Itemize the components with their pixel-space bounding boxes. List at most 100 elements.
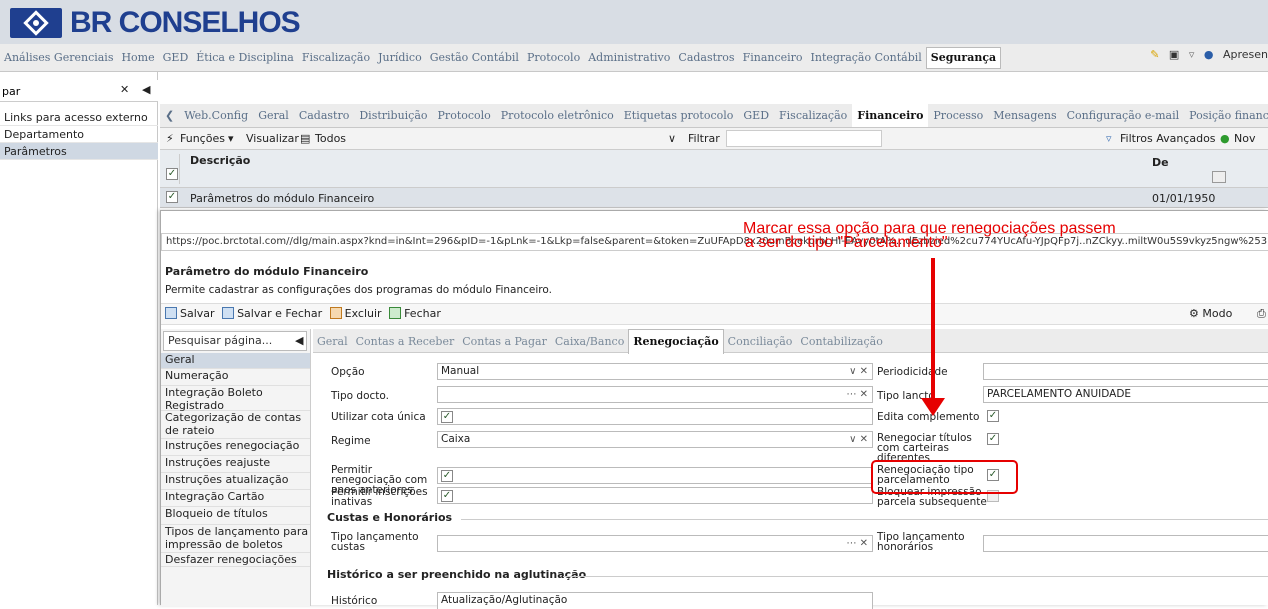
left-search-input[interactable] (2, 83, 112, 99)
row-checkbox[interactable]: ✓ (166, 191, 178, 203)
left-item-links[interactable]: Links para acesso externo (0, 109, 158, 126)
funcoes-dropdown-icon[interactable]: ▾ (228, 128, 234, 150)
advanced-filter-icon[interactable]: ▿ (1106, 128, 1112, 150)
regime-select[interactable]: Caixa ∨ ✕ (437, 431, 873, 448)
add-icon[interactable]: ● (1220, 128, 1230, 150)
collapse-nav-icon[interactable]: ◀ (295, 334, 303, 347)
select-all-checkbox[interactable]: ✓ (166, 168, 178, 180)
tab-1[interactable]: Geral (253, 104, 294, 127)
tab-2[interactable]: Cadastro (294, 104, 355, 127)
broom-icon[interactable]: ✎ (1150, 48, 1159, 61)
calendar-icon[interactable] (1212, 171, 1226, 183)
nav-item-6[interactable]: Instruções atualização (161, 473, 310, 490)
tab-13[interactable]: Posição financeir (1184, 104, 1268, 127)
cota-unica-checkbox[interactable]: ✓ (441, 411, 453, 423)
historico-field[interactable]: Atualização/Aglutinação (437, 592, 873, 609)
delete-button[interactable]: Excluir (329, 304, 382, 324)
nav-item-2[interactable]: Integração Boleto Registrado (161, 386, 310, 412)
left-item-departamento[interactable]: Departamento (0, 126, 158, 143)
nav-item-3[interactable]: Categorização de contas de rateio (161, 411, 310, 439)
col-descricao[interactable]: Descrição (190, 154, 250, 167)
periodicidade-field[interactable] (983, 363, 1268, 380)
opcao-select[interactable]: Manual ∨ ✕ (437, 363, 873, 380)
menu-item-3[interactable]: Ética e Disciplina (192, 44, 298, 71)
filter-icon[interactable]: ▿ (1189, 48, 1195, 61)
tab-5[interactable]: Protocolo eletrônico (496, 104, 619, 127)
close-button[interactable]: Fechar (389, 304, 441, 324)
nav-item-7[interactable]: Integração Cartão (161, 490, 310, 507)
tab-7[interactable]: GED (738, 104, 774, 127)
window-icon[interactable]: ▣ (1169, 48, 1179, 61)
funcoes-menu[interactable]: Funções (180, 128, 225, 150)
menu-item-1[interactable]: Home (117, 44, 158, 71)
nav-item-0[interactable]: Geral (161, 353, 310, 369)
collapse-left-icon[interactable]: ◀ (142, 83, 150, 96)
advanced-filter-button[interactable]: Filtros Avançados (1120, 128, 1216, 150)
module-tabs: ❮ Web.Config Geral Cadastro Distribuição Prot… (160, 104, 1268, 128)
dialog-tab-3[interactable]: Caixa/Banco (551, 330, 628, 354)
menu-item-4[interactable]: Fiscalização (298, 44, 374, 71)
menu-item-5[interactable]: Jurídico (374, 44, 426, 71)
tipo-docto-label: Tipo docto. (331, 390, 389, 402)
menu-item-9[interactable]: Cadastros (674, 44, 738, 71)
menu-item-6[interactable]: Gestão Contábil (426, 44, 523, 71)
menu-item-11[interactable]: Integração Contábil (807, 44, 926, 71)
table-row[interactable]: ✓ Parâmetros do módulo Financeiro 01/01/… (160, 188, 1268, 208)
cota-unica-box: ✓ (437, 408, 873, 425)
tab-8[interactable]: Fiscalização (774, 104, 852, 127)
reneg-carteiras-checkbox[interactable]: ✓ (987, 433, 999, 445)
dialog-tab-6[interactable]: Contabilização (796, 330, 886, 354)
permitir-reneg-checkbox[interactable]: ✓ (441, 470, 453, 482)
tabs-back-icon[interactable]: ❮ (160, 104, 179, 127)
nav-item-5[interactable]: Instruções reajuste (161, 456, 310, 473)
user-name[interactable]: Apresen (1223, 48, 1268, 61)
brand-name: BR CONSELHOS (70, 6, 301, 39)
nav-item-10[interactable]: Desfazer renegociações (161, 553, 310, 567)
tab-11[interactable]: Mensagens (988, 104, 1061, 127)
tipo-lancto-field[interactable]: PARCELAMENTO ANUIDADE (983, 386, 1268, 403)
nav-item-4[interactable]: Instruções renegociação (161, 439, 310, 456)
view-select[interactable]: Todos (315, 128, 346, 150)
print-icon[interactable]: ⎙ (1257, 304, 1266, 324)
dialog-tab-5[interactable]: Conciliação (724, 330, 797, 354)
tab-0[interactable]: Web.Config (179, 104, 253, 127)
clear-icon[interactable]: ✕ (120, 83, 129, 96)
save-button[interactable]: Salvar (165, 304, 215, 324)
nav-item-1[interactable]: Numeração (161, 369, 310, 386)
tipo-lanc-custas-field[interactable]: ⋯ ✕ (437, 535, 873, 552)
annotation-arrow-line (931, 258, 935, 408)
tab-10[interactable]: Processo (928, 104, 988, 127)
tab-3[interactable]: Distribuição (354, 104, 432, 127)
tab-4[interactable]: Protocolo (433, 104, 496, 127)
tipo-docto-field[interactable]: ⋯ ✕ (437, 386, 873, 403)
tab-12[interactable]: Configuração e-mail (1062, 104, 1185, 127)
nav-item-8[interactable]: Bloqueio de títulos (161, 507, 310, 525)
save-close-button[interactable]: Salvar e Fechar (222, 304, 322, 324)
tab-9[interactable]: Financeiro (852, 104, 929, 127)
permitir-insc-checkbox[interactable]: ✓ (441, 490, 453, 502)
dialog-tab-2[interactable]: Contas a Pagar (458, 330, 551, 354)
view-select-chevron-icon[interactable]: ∨ (668, 128, 676, 150)
menu-item-0[interactable]: Análises Gerenciais (0, 44, 117, 71)
menu-item-7[interactable]: Protocolo (523, 44, 584, 71)
menu-item-10[interactable]: Financeiro (739, 44, 807, 71)
tipo-lanc-honor-field[interactable] (983, 535, 1268, 552)
dialog-subtitle: Permite cadastrar as configurações dos p… (165, 284, 552, 296)
user-icon[interactable]: ● (1204, 48, 1214, 61)
new-button[interactable]: Nov (1234, 128, 1255, 150)
dialog-tab-4[interactable]: Renegociação (628, 329, 724, 354)
page-search-input[interactable]: Pesquisar página... (163, 331, 307, 351)
tab-6[interactable]: Etiquetas protocolo (619, 104, 739, 127)
tipo-lanc-custas-label: Tipo lançamento custas (331, 531, 419, 553)
left-item-parametros[interactable]: Parâmetros (0, 143, 158, 160)
dialog-tab-1[interactable]: Contas a Receber (352, 330, 459, 354)
edita-compl-checkbox[interactable]: ✓ (987, 410, 999, 422)
dialog-tab-0[interactable]: Geral (313, 330, 352, 354)
col-de[interactable]: De (1152, 156, 1169, 169)
menu-item-12[interactable]: Segurança (925, 47, 1002, 69)
menu-item-8[interactable]: Administrativo (584, 44, 674, 71)
nav-item-9[interactable]: Tipos de lançamento para impressão de bo… (161, 525, 310, 553)
funcoes-icon: ⚡ (166, 132, 174, 145)
menu-item-2[interactable]: GED (159, 44, 193, 71)
filter-input[interactable] (726, 130, 882, 147)
